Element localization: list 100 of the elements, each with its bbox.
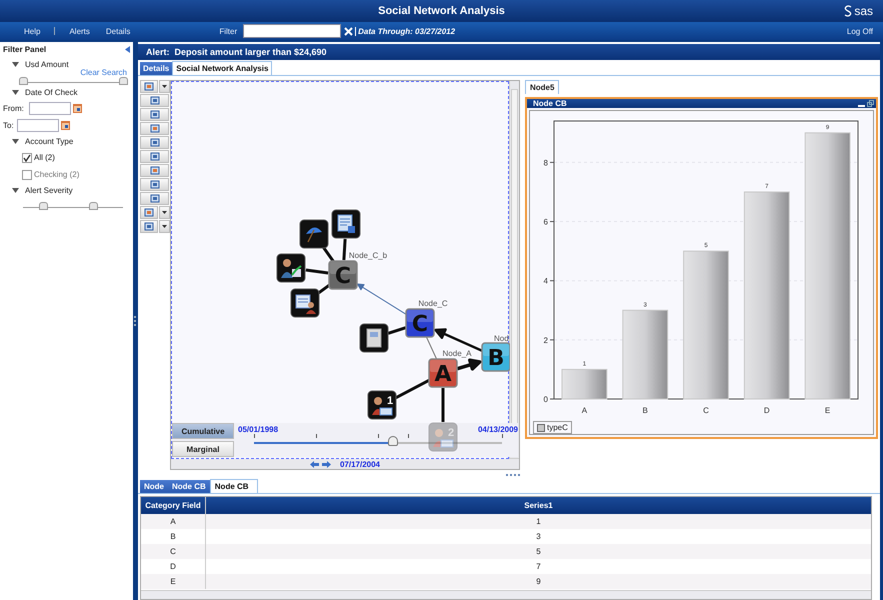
table-cell: 9	[206, 574, 871, 589]
toolbar-button[interactable]	[140, 122, 169, 135]
disclosure-icon[interactable]	[12, 138, 19, 144]
node-letter: A	[434, 362, 452, 387]
menu-item[interactable]: Details	[106, 26, 130, 36]
range-slider[interactable]	[19, 76, 127, 84]
horizontal-scrollbar[interactable]	[141, 590, 871, 599]
data-through-date: Data Through: 03/27/2012	[355, 26, 456, 36]
table-cell: C	[141, 544, 206, 559]
slider-thumb[interactable]	[89, 202, 98, 210]
mode-button[interactable]: Marginal	[172, 441, 234, 457]
log-off-link[interactable]: Log Off	[846, 26, 873, 36]
atm-icon[interactable]	[360, 324, 388, 352]
disclosure-icon[interactable]	[12, 88, 19, 96]
toolbar-button[interactable]	[140, 136, 169, 149]
horizontal-scrollbar[interactable]: 07/17/2004	[171, 458, 519, 469]
caret-icon	[162, 225, 168, 228]
y-tick-label: 2	[544, 336, 548, 345]
filter-label: Filter	[219, 26, 238, 36]
start-date: 05/01/1998	[238, 425, 278, 434]
toolbar-button[interactable]	[140, 94, 169, 107]
graph-edge	[426, 336, 438, 360]
toolbar-button[interactable]	[140, 206, 158, 219]
chart-icon[interactable]	[276, 254, 306, 282]
clear-search-link[interactable]: Clear Search	[80, 68, 127, 77]
letter-node[interactable]: B	[481, 342, 510, 372]
tab[interactable]: Node	[140, 480, 168, 493]
toolbar-button[interactable]	[140, 220, 158, 233]
toolbar-button[interactable]	[140, 164, 169, 177]
column-header[interactable]: Series1	[206, 497, 871, 514]
section-title: Alert Severity	[25, 186, 73, 194]
toolbar-icon	[144, 208, 154, 217]
restore-icon[interactable]	[867, 100, 874, 107]
y-tick-label: 8	[544, 158, 548, 168]
forward-arrow-icon[interactable]	[322, 460, 331, 468]
tab[interactable]: Social Network Analysis	[172, 61, 272, 75]
graph-arrow	[356, 284, 408, 316]
dropdown-button[interactable]	[159, 80, 170, 93]
splitter-handle[interactable]	[506, 474, 520, 476]
toolbar-button[interactable]	[140, 178, 169, 191]
x-tick-label: B	[642, 406, 648, 415]
filter-field[interactable]	[243, 24, 342, 38]
clear-icon[interactable]	[344, 26, 354, 36]
collapse-icon[interactable]	[124, 46, 131, 52]
tab[interactable]: Details	[140, 62, 172, 75]
date-label: From:	[3, 104, 25, 112]
slider-thumb[interactable]	[39, 202, 48, 210]
toolbar-button[interactable]	[140, 80, 158, 93]
panel-title: Filter Panel	[3, 44, 46, 54]
document-icon[interactable]	[332, 210, 360, 238]
tab[interactable]: Node5	[525, 80, 560, 94]
toolbar-button[interactable]	[140, 108, 169, 121]
menu-item[interactable]: Alerts	[69, 26, 90, 36]
y-tick-label: 4	[544, 276, 548, 286]
disclosure-icon[interactable]	[12, 60, 19, 68]
letter-node[interactable]: A	[428, 358, 458, 388]
disclosure-icon[interactable]	[12, 186, 19, 194]
x-tick-label: D	[764, 406, 770, 415]
calendar-icon[interactable]	[61, 120, 70, 130]
node-label: Node_A	[442, 349, 472, 358]
slider-thumb[interactable]	[388, 436, 398, 446]
node-label: Node_C_b	[348, 251, 388, 260]
dropdown-button[interactable]	[159, 206, 170, 219]
alert-text: Alert: Deposit amount larger than $24,690	[146, 47, 327, 57]
slider-thumb[interactable]	[119, 77, 128, 85]
node-letter: B	[488, 346, 504, 371]
toolbar-icon	[144, 82, 154, 91]
date-field[interactable]	[17, 118, 59, 132]
date-field[interactable]	[29, 102, 71, 114]
table-cell: 5	[206, 544, 871, 559]
window-title: Node CB	[533, 99, 567, 108]
checkbox-label: Checking (2)	[34, 170, 80, 179]
legend-label: typeC	[547, 423, 568, 432]
table-cell: E	[141, 574, 206, 589]
calendar-icon[interactable]	[73, 104, 82, 112]
node-letter: C	[412, 312, 428, 337]
toolbar-button[interactable]	[140, 192, 169, 205]
person-card-icon[interactable]	[368, 390, 396, 420]
checkbox[interactable]	[22, 152, 32, 162]
table-cell: A	[141, 514, 206, 529]
end-date: 04/13/2009	[478, 425, 518, 434]
tab[interactable]: Node CB	[168, 480, 210, 493]
node-label: Nod	[494, 334, 509, 343]
toolbar-icon	[144, 222, 154, 231]
table-cell: 7	[206, 559, 871, 574]
node-label: Node_C	[418, 299, 448, 308]
mode-button[interactable]: Cumulative	[172, 423, 234, 439]
column-header[interactable]: Category Field	[141, 497, 206, 514]
slider-thumb[interactable]	[19, 77, 28, 85]
checkbox[interactable]	[22, 170, 32, 180]
menu-item[interactable]: Help	[24, 26, 40, 36]
dropdown-button[interactable]	[159, 220, 170, 233]
x-tick-label: A	[582, 406, 588, 415]
form-icon[interactable]	[290, 288, 320, 318]
back-arrow-icon[interactable]	[310, 460, 319, 468]
section-title: Date Of Check	[25, 88, 78, 96]
graph-edge	[442, 388, 444, 422]
umbrella-icon[interactable]	[300, 220, 328, 248]
toolbar-button[interactable]	[140, 150, 169, 163]
tab[interactable]: Node CB	[210, 479, 258, 493]
